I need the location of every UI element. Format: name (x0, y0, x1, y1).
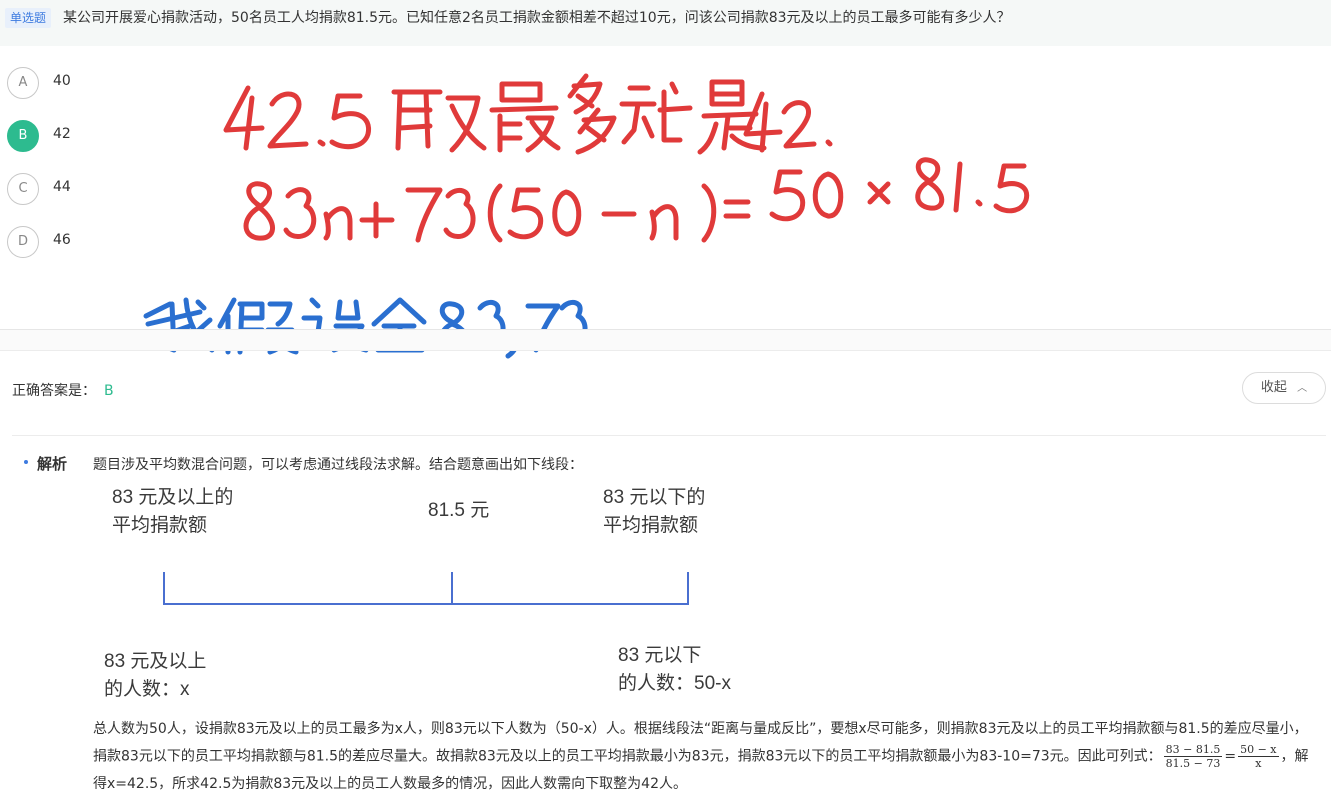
diagram-label-top-mid: 81.5 元 (428, 500, 490, 521)
equals-sign: = (1224, 748, 1237, 765)
question-header: 单选题 某公司开展爱心捐款活动，50名员工人均捐款81.5元。已知任意2名员工捐… (0, 0, 1331, 46)
option-value: 44 (53, 179, 71, 195)
option-value: 40 (53, 73, 71, 89)
analysis-body: 总人数为50人，设捐款83元及以上的员工最多为x人，则83元以下人数为（50-x… (93, 716, 1318, 798)
option-letter[interactable]: B (7, 120, 39, 152)
collapse-label: 收起 (1260, 380, 1287, 395)
collapse-button[interactable]: 收起 ︿ (1242, 372, 1326, 404)
handwriting-annotations (141, 73, 1030, 359)
question-text: 某公司开展爱心捐款活动，50名员工人均捐款81.5元。已知任意2名员工捐款金额相… (63, 10, 1011, 26)
handwriting-line-2 (243, 157, 1030, 243)
question-type-tag: 单选题 (5, 8, 52, 28)
analysis-intro: 题目涉及平均数混合问题，可以考虑通过线段法求解。结合题意画出如下线段： (93, 457, 583, 473)
handwriting-line-1 (223, 73, 833, 155)
section-spacer (0, 330, 1331, 350)
diagram-label-bottom-right: 83 元以下 的人数：50-x (618, 645, 731, 694)
chevron-up-icon: ︿ (1297, 383, 1308, 394)
bullet-dot (24, 460, 28, 464)
analysis-title: 解析 (37, 455, 68, 473)
fraction-right: 50 − xx (1238, 743, 1279, 770)
option-letter[interactable]: D (7, 226, 39, 258)
option-letter[interactable]: A (7, 67, 39, 99)
option-value: 46 (53, 232, 71, 248)
correct-answer: 正确答案是： B (12, 380, 114, 400)
analysis-body-part-1: 总人数为50人，设捐款83元及以上的员工最多为x人，则83元以下人数为（50-x… (93, 721, 1308, 765)
option-value: 42 (53, 126, 71, 142)
fraction-left: 83 − 81.5 81.5 − 73 (1163, 743, 1223, 770)
segment-line (163, 572, 689, 605)
diagram-label-top-left: 83 元及以上的 平均捐款额 (112, 487, 234, 536)
diagram-label-top-right: 83 元以下的 平均捐款额 (603, 487, 706, 536)
section-divider (0, 350, 1331, 351)
section-divider (12, 435, 1326, 436)
correct-answer-label: 正确答案是： (12, 383, 96, 399)
line-segment-diagram (163, 572, 689, 605)
option-letter[interactable]: C (7, 173, 39, 205)
diagram-label-bottom-left: 83 元及以上 的人数：x (104, 651, 207, 700)
correct-answer-value: B (104, 383, 114, 399)
